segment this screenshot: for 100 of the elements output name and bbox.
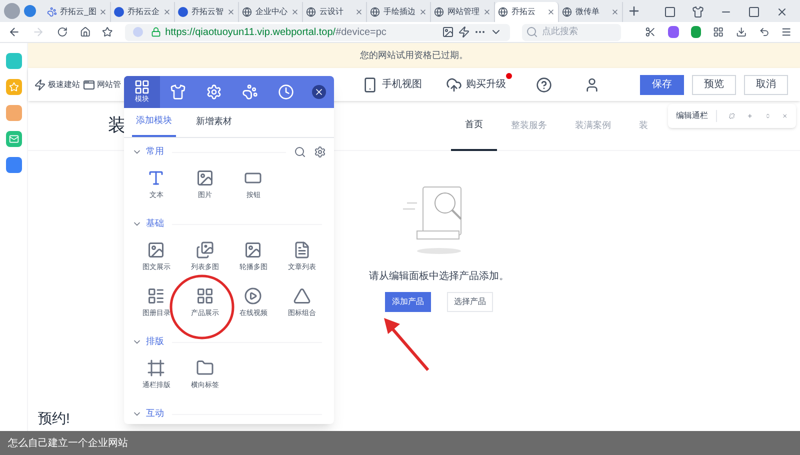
nav-link[interactable]: 首页 [451, 100, 497, 150]
annotation-arrow [382, 316, 432, 372]
tab-title: 乔拓云企 [127, 6, 160, 18]
toolbar-link[interactable]: 手机视图 [362, 76, 422, 92]
globe-icon [370, 7, 380, 17]
section-title: 常用 [146, 145, 164, 158]
grid-icon [196, 286, 214, 305]
phone-icon [362, 76, 378, 92]
search-icon [526, 26, 538, 38]
browser-logo-icon[interactable] [4, 3, 20, 19]
image-icon [196, 168, 214, 187]
toolbar-button[interactable]: 预览 [692, 74, 736, 94]
close-icon[interactable] [99, 8, 108, 16]
reload-icon[interactable] [56, 26, 68, 38]
settings-icon[interactable] [314, 146, 326, 158]
annotation-circle [169, 274, 235, 340]
frame-icon [147, 358, 166, 377]
close-icon[interactable] [355, 8, 364, 16]
folder-icon [196, 358, 214, 377]
images-icon [196, 240, 214, 259]
document-icon [292, 240, 311, 259]
close-icon[interactable] [419, 8, 428, 16]
search-icon[interactable] [294, 146, 306, 158]
panel-subtab[interactable]: 添加模块 [132, 107, 176, 137]
close-icon[interactable] [547, 8, 556, 16]
globe-icon [562, 7, 572, 17]
lock-icon [151, 27, 162, 37]
triangle-icon [292, 286, 311, 305]
undo-icon[interactable] [758, 26, 770, 38]
toolbar-button[interactable]: 取消 [744, 74, 788, 94]
menu-icon[interactable] [781, 26, 792, 38]
search-placeholder: 点此搜索 [542, 25, 578, 38]
globe-icon [242, 7, 252, 17]
help-icon[interactable] [536, 76, 552, 92]
paw-icon [47, 7, 57, 17]
maximize-icon[interactable] [748, 6, 760, 18]
cloud-upload-icon [446, 76, 462, 92]
notice-bar: 您的网站试用资格已过期。 [28, 43, 800, 68]
user-icon[interactable] [584, 76, 600, 92]
url-text: https://qiaotuoyun11.vip.webportal.top/#device=pc [165, 26, 386, 40]
window-icon[interactable] [664, 6, 676, 18]
bolt-icon [34, 78, 46, 90]
shirt-icon [170, 84, 186, 100]
download-icon[interactable] [736, 26, 747, 38]
close-icon[interactable] [776, 6, 788, 18]
section-heading: 预约! [38, 409, 70, 428]
site-heading: 装 [108, 114, 126, 137]
section-title: 基础 [146, 217, 164, 230]
address-field[interactable]: https://qiaotuoyun11.vip.webportal.top/#device=pc [125, 24, 510, 40]
toolbar-button[interactable]: 保存 [640, 74, 684, 94]
sidebar-app-icon[interactable] [6, 53, 22, 69]
close-icon[interactable] [483, 8, 492, 16]
play-icon [244, 286, 262, 305]
close-icon[interactable] [227, 8, 236, 16]
toolbar-label: 编辑通栏 [676, 110, 717, 122]
clock-icon [278, 84, 294, 100]
toolbar-link[interactable]: 网站管 [83, 78, 121, 90]
mail-icon[interactable] [6, 131, 22, 147]
back-icon[interactable] [8, 25, 20, 39]
apps-icon[interactable] [713, 26, 724, 38]
section-title: 互动 [146, 407, 164, 420]
paw-icon [242, 84, 258, 100]
text-icon [147, 168, 166, 187]
toolbar-link[interactable]: 极速建站 [34, 78, 80, 90]
close-icon[interactable] [312, 85, 326, 99]
caption-text: 怎么自己建立一个企业网站 [8, 436, 128, 450]
image-icon [147, 240, 166, 259]
window-icon [83, 78, 95, 90]
image-icon[interactable] [442, 26, 454, 38]
tab-title: 乔拓云_图 [60, 6, 96, 18]
tab-title: 云设计 [319, 6, 344, 18]
tab-title: 微传单 [575, 6, 600, 18]
home-icon[interactable] [80, 26, 90, 38]
image-icon [244, 240, 262, 259]
toolbar-link[interactable]: 购买升级 [446, 76, 506, 92]
browser-tab[interactable]: 乔拓云 [495, 2, 560, 22]
close-icon[interactable] [291, 8, 300, 16]
gear-icon [206, 84, 222, 100]
tab-title: 手绘插边 [383, 6, 416, 18]
shirt-icon[interactable] [692, 6, 704, 18]
list-icon [147, 286, 166, 305]
bolt-icon[interactable] [458, 26, 470, 38]
grid-icon [134, 78, 150, 95]
close-icon[interactable] [611, 8, 620, 16]
close-icon[interactable] [163, 8, 172, 16]
tab-title: 企业中心 [255, 6, 288, 18]
section-title: 排版 [146, 335, 164, 348]
choose-product-button[interactable]: 选择产品 [447, 292, 493, 312]
add-product-button[interactable]: 添加产品 [385, 292, 431, 312]
tab-title: 乔拓云 [511, 6, 536, 18]
panel-subtab[interactable]: 新增素材 [192, 107, 236, 137]
tab-title: 网站管理 [447, 6, 480, 18]
bookmark-icon[interactable] [102, 26, 114, 38]
globe-icon [498, 7, 508, 17]
globe-icon [434, 7, 444, 17]
new-tab-icon[interactable] [627, 4, 642, 18]
scissors-icon[interactable] [645, 26, 656, 38]
globe-icon [306, 7, 316, 17]
empty-message: 请从编辑面板中选择产品添加。 [369, 270, 509, 284]
tab-title: 乔拓云智 [191, 6, 224, 18]
